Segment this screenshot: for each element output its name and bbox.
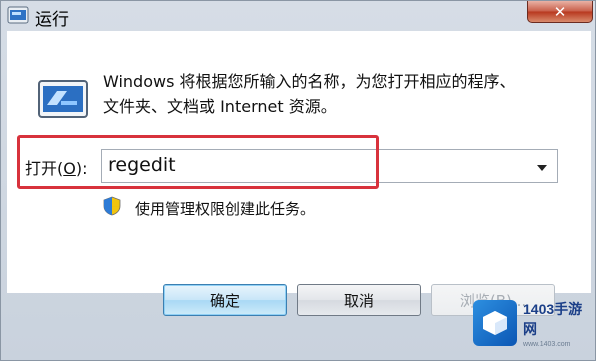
ok-button-label: 确定: [209, 291, 240, 310]
admin-note: 使用管理权限创建此任务。: [135, 200, 316, 218]
annotation-highlight-box: [17, 135, 379, 189]
ok-button[interactable]: 确定: [163, 284, 287, 316]
title-bar: 运行 ✕: [1, 1, 595, 31]
dialog-body: Windows 将根据您所输入的名称，为您打开相应的程序、 文件夹、文档或 In…: [7, 31, 591, 293]
run-program-icon: [38, 80, 88, 118]
site-watermark: 1403手游网 www.1403.com: [473, 297, 593, 349]
cancel-button[interactable]: 取消: [297, 284, 421, 316]
cube-icon: [483, 311, 507, 335]
watermark-title: 1403手游网: [523, 300, 583, 337]
description-line-1: Windows 将根据您所输入的名称，为您打开相应的程序、: [103, 72, 516, 91]
watermark-subtitle: www.1403.com: [523, 340, 571, 348]
cancel-button-label: 取消: [343, 291, 374, 310]
watermark-logo-icon: [473, 300, 518, 346]
watermark-text: 1403手游网 www.1403.com: [523, 299, 593, 348]
description: Windows 将根据您所输入的名称，为您打开相应的程序、 文件夹、文档或 In…: [103, 69, 516, 119]
description-line-2: 文件夹、文档或 Internet 资源。: [103, 97, 337, 116]
chevron-down-icon[interactable]: [537, 165, 547, 171]
uac-shield-icon: [103, 196, 121, 216]
close-button[interactable]: ✕: [527, 1, 593, 23]
close-icon: ✕: [553, 2, 567, 21]
window-title: 运行: [35, 10, 69, 30]
run-dialog: 运行 ✕ Windows 将根据您所输入的名称，为您打开相应的程序、 文件夹、文…: [0, 0, 596, 361]
run-icon: [7, 6, 29, 24]
